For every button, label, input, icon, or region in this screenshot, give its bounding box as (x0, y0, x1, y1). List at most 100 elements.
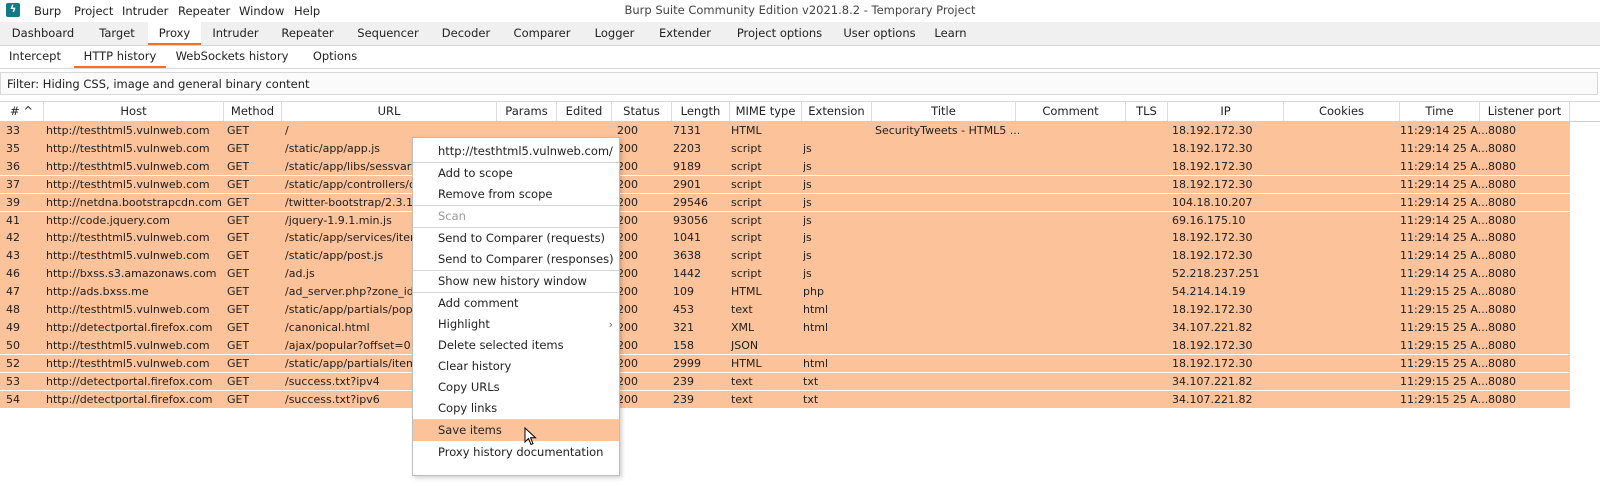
cell-status: 200 (617, 356, 638, 370)
column-header[interactable]: # ^ (0, 102, 44, 121)
cell-num: 50 (6, 338, 20, 352)
table-row[interactable]: 49 http://detectportal.firefox.com GET/can… (0, 318, 1570, 337)
table-row[interactable]: 53 http://detectportal.firefox.com GET/suc… (0, 372, 1570, 391)
table-row[interactable]: 47 http://ads.bxss.me GET/ad_server.php?zo… (0, 283, 1570, 301)
cell-length: 2901 (673, 177, 701, 191)
menu-item-proxy-history-documentation[interactable]: Proxy history documentation (413, 442, 619, 463)
tab-repeater[interactable]: Repeater (270, 22, 345, 44)
menu-item-add-to-scope[interactable]: Add to scope (413, 163, 619, 184)
menu-item-send-to-comparer-requests[interactable]: Send to Comparer (requests) (413, 228, 619, 249)
tab-dashboard[interactable]: Dashboard (0, 22, 86, 44)
menu-project[interactable]: Project (74, 3, 113, 19)
table-row[interactable]: 50 http://testhtml5.vulnweb.com GET/ajax/p… (0, 336, 1570, 355)
column-header[interactable]: Edited (557, 102, 612, 121)
cell-status: 200 (617, 159, 638, 173)
tab-intruder[interactable]: Intruder (201, 22, 270, 44)
menu-item-clear-history[interactable]: Clear history (413, 356, 619, 377)
menu-item-copy-urls[interactable]: Copy URLs (413, 377, 619, 398)
menu-intruder[interactable]: Intruder (122, 3, 168, 19)
column-header[interactable]: Extension (802, 102, 872, 121)
cell-port: 8080 (1488, 124, 1516, 137)
column-header[interactable]: Comment (1016, 102, 1126, 121)
cell-host: http://testhtml5.vulnweb.com (46, 303, 210, 316)
menu-repeater[interactable]: Repeater (178, 3, 230, 19)
table-row[interactable]: 41 http://code.jquery.com GET/jquery-1.9.1… (0, 211, 1570, 230)
menu-item-save-items[interactable]: Save items (413, 420, 619, 441)
column-header[interactable]: Host (44, 102, 224, 121)
tab-logger[interactable]: Logger (582, 22, 647, 44)
table-row[interactable]: 37 http://testhtml5.vulnweb.com GET/static… (0, 175, 1570, 194)
cell-ip: 18.192.172.30 (1172, 124, 1253, 137)
column-header[interactable]: URL (282, 102, 497, 121)
table-row[interactable]: 48 http://testhtml5.vulnweb.com GET/static… (0, 301, 1570, 319)
cell-status: 200 (617, 195, 638, 209)
cell-mime: JSON (731, 338, 759, 352)
column-header[interactable]: Listener port (1480, 102, 1570, 121)
table-row[interactable]: 36 http://testhtml5.vulnweb.com GET/static… (0, 157, 1570, 176)
table-row[interactable]: 33 http://testhtml5.vulnweb.com GET / 200 713… (0, 122, 1570, 140)
table-row[interactable]: 35 http://testhtml5.vulnweb.com GET/static… (0, 139, 1570, 158)
menu-item-label: Remove from scope (438, 187, 553, 201)
cell-method: GET (227, 285, 250, 299)
filter-bar[interactable]: Filter: Hiding CSS, image and general bi… (0, 72, 1598, 95)
cell-ip: 18.192.172.30 (1172, 303, 1253, 316)
menu-item-copy-links[interactable]: Copy links (413, 398, 619, 419)
tab-project-options[interactable]: Project options (723, 22, 836, 44)
table-row[interactable]: 43 http://testhtml5.vulnweb.com GET/static… (0, 247, 1570, 265)
cell-length: 321 (673, 320, 694, 334)
subtab-options[interactable]: Options (296, 46, 374, 67)
cell-method: GET (227, 249, 250, 263)
column-header[interactable]: TLS (1126, 102, 1168, 121)
cell-time: 11:29:15 25 A... (1400, 338, 1489, 352)
menu-help[interactable]: Help (294, 3, 320, 19)
menu-window[interactable]: Window (239, 3, 284, 19)
column-header[interactable]: Length (672, 102, 730, 121)
tab-decoder[interactable]: Decoder (431, 22, 501, 44)
table-row[interactable]: 46 http://bxss.s3.amazonaws.com GET/ad.js 2… (0, 265, 1570, 283)
cell-ext: js (803, 195, 812, 209)
cell-length: 7131 (673, 124, 701, 137)
cell-time: 11:29:15 25 A... (1400, 320, 1489, 334)
menu-item-add-comment[interactable]: Add comment (413, 293, 619, 314)
column-header[interactable]: Time (1400, 102, 1480, 121)
menu-item-delete-selected-items[interactable]: Delete selected items (413, 335, 619, 356)
column-header[interactable]: Params (497, 102, 557, 121)
table-row[interactable]: 54 http://detectportal.firefox.com GET/suc… (0, 390, 1570, 409)
column-header[interactable]: Title (872, 102, 1016, 121)
tab-learn[interactable]: Learn (923, 22, 978, 44)
menu-item-http-testhtml5-vulnweb-com[interactable]: http://testhtml5.vulnweb.com/ (413, 141, 619, 162)
subtab-intercept[interactable]: Intercept (0, 46, 70, 67)
cell-time: 11:29:14 25 A... (1400, 213, 1489, 227)
chevron-right-icon: › (608, 318, 613, 331)
cell-num: 49 (6, 320, 20, 334)
tab-proxy[interactable]: Proxy (148, 22, 201, 45)
cell-num: 41 (6, 213, 20, 227)
menu-item-highlight[interactable]: Highlight › (413, 314, 619, 335)
cell-port: 8080 (1488, 267, 1516, 281)
menu-burp[interactable]: Burp (34, 3, 61, 19)
tab-extender[interactable]: Extender (647, 22, 723, 44)
tab-target[interactable]: Target (86, 22, 148, 44)
tab-user-options[interactable]: User options (836, 22, 923, 44)
table-row[interactable]: 42 http://testhtml5.vulnweb.com GET/static… (0, 229, 1570, 248)
tab-sequencer[interactable]: Sequencer (345, 22, 431, 44)
column-header[interactable]: MIME type (730, 102, 802, 121)
menu-item-show-new-history-window[interactable]: Show new history window (413, 271, 619, 292)
cell-mime: script (731, 267, 762, 281)
cell-ip: 18.192.172.30 (1172, 231, 1253, 245)
subtab-http-history[interactable]: HTTP history (74, 46, 166, 68)
cell-length: 239 (673, 392, 694, 406)
cell-method: GET (227, 213, 250, 227)
menu-item-send-to-comparer-responses[interactable]: Send to Comparer (responses) (413, 249, 619, 270)
column-header[interactable]: Method (224, 102, 282, 121)
tab-comparer[interactable]: Comparer (502, 22, 582, 44)
main-tab-bar: Dashboard Target Proxy Intruder Repeater Sequ… (0, 22, 1600, 46)
table-row[interactable]: 52 http://testhtml5.vulnweb.com GET/static… (0, 354, 1570, 373)
column-header[interactable]: Cookies (1284, 102, 1400, 121)
subtab-websockets-history[interactable]: WebSockets history (170, 46, 294, 67)
column-header[interactable]: Status (612, 102, 672, 121)
menu-item-label: Highlight (438, 317, 490, 331)
menu-item-remove-from-scope[interactable]: Remove from scope (413, 184, 619, 205)
column-header[interactable]: IP (1168, 102, 1284, 121)
table-row[interactable]: 39 http://netdna.bootstrapcdn.com GET/twit… (0, 193, 1570, 212)
